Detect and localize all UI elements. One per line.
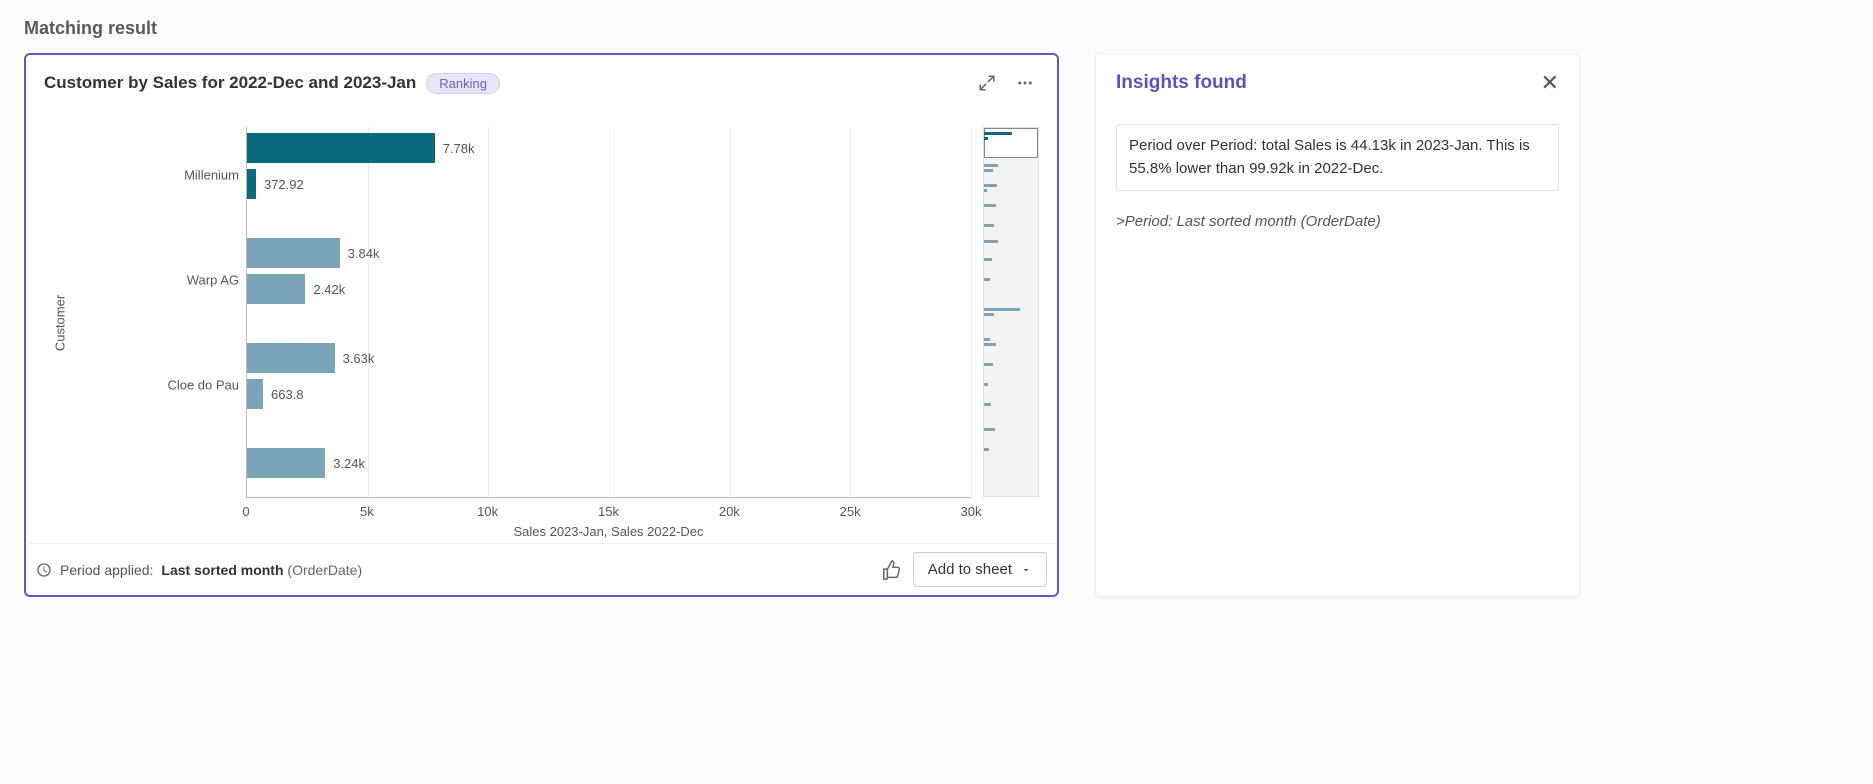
bar[interactable] bbox=[247, 448, 325, 478]
clock-icon bbox=[36, 562, 52, 578]
x-tick-label: 0 bbox=[242, 504, 249, 519]
bar-group: Warp AG3.84k2.42k bbox=[247, 232, 971, 320]
bar-value-label: 3.84k bbox=[348, 246, 380, 261]
bar-group: Millenium7.78k372.92 bbox=[247, 127, 971, 215]
insights-panel: Insights found ✕ Period over Period: tot… bbox=[1095, 53, 1580, 597]
card-header: Customer by Sales for 2022-Dec and 2023-… bbox=[26, 55, 1057, 103]
bar[interactable] bbox=[247, 169, 256, 199]
period-applied: Period applied: Last sorted month (Order… bbox=[36, 562, 362, 578]
feedback-button[interactable] bbox=[881, 559, 903, 581]
category-label: Cloe do Pau bbox=[77, 378, 247, 393]
x-tick-label: 20k bbox=[719, 504, 740, 519]
add-to-sheet-button[interactable]: Add to sheet bbox=[913, 552, 1047, 587]
card-footer: Period applied: Last sorted month (Order… bbox=[26, 543, 1057, 595]
y-axis-title: Customer bbox=[53, 295, 68, 351]
caret-down-icon bbox=[1020, 564, 1032, 576]
x-axis-title: Sales 2023-Jan, Sales 2022-Dec bbox=[246, 524, 971, 539]
insight-period-note: >Period: Last sorted month (OrderDate) bbox=[1116, 213, 1559, 230]
chart-overview-scrollbar[interactable] bbox=[983, 127, 1039, 497]
bar-value-label: 3.24k bbox=[333, 456, 365, 471]
bar-row: 372.92 bbox=[247, 169, 971, 199]
bar-value-label: 372.92 bbox=[264, 177, 304, 192]
x-tick-label: 5k bbox=[360, 504, 374, 519]
more-menu-icon[interactable] bbox=[1011, 69, 1039, 97]
bar-value-label: 2.42k bbox=[313, 282, 345, 297]
result-card: Customer by Sales for 2022-Dec and 2023-… bbox=[24, 53, 1059, 597]
x-axis: Sales 2023-Jan, Sales 2022-Dec 05k10k15k… bbox=[246, 497, 971, 537]
category-label: Millenium bbox=[77, 168, 247, 183]
fullscreen-icon[interactable] bbox=[973, 69, 1001, 97]
bar-row: 2.42k bbox=[247, 274, 971, 304]
x-tick-label: 10k bbox=[477, 504, 498, 519]
insights-title: Insights found bbox=[1116, 72, 1247, 94]
bar-group: Cloe do Pau3.63k663.8 bbox=[247, 337, 971, 425]
bar[interactable] bbox=[247, 343, 335, 373]
bar[interactable] bbox=[247, 379, 263, 409]
bar-row: 663.8 bbox=[247, 379, 971, 409]
bar-row: 3.24k bbox=[247, 448, 971, 478]
bar-row: 3.63k bbox=[247, 343, 971, 373]
bar[interactable] bbox=[247, 238, 340, 268]
period-applied-label: Period applied: bbox=[60, 562, 153, 578]
period-applied-value: Last sorted month bbox=[161, 562, 283, 578]
chart-area: Customer Millenium 7.78k 372.92 Warp AG 3.84… bbox=[26, 103, 1057, 543]
add-to-sheet-label: Add to sheet bbox=[928, 561, 1012, 578]
card-title: Customer by Sales for 2022-Dec and 2023-… bbox=[44, 73, 416, 93]
section-title: Matching result bbox=[24, 18, 1849, 39]
bar-row: 3.84k bbox=[247, 238, 971, 268]
close-icon[interactable]: ✕ bbox=[1541, 72, 1559, 94]
x-tick-label: 25k bbox=[840, 504, 861, 519]
bar-value-label: 3.63k bbox=[343, 351, 375, 366]
plot-area[interactable]: Millenium7.78k372.92Warp AG3.84k2.42kClo… bbox=[246, 127, 971, 497]
x-tick-label: 15k bbox=[598, 504, 619, 519]
category-label: Warp AG bbox=[77, 273, 247, 288]
bar[interactable] bbox=[247, 274, 305, 304]
insight-card[interactable]: Period over Period: total Sales is 44.13… bbox=[1116, 124, 1559, 191]
bar-value-label: 7.78k bbox=[443, 141, 475, 156]
ranking-badge: Ranking bbox=[426, 73, 500, 94]
period-applied-dim: (OrderDate) bbox=[287, 562, 362, 578]
bar-row: 7.78k bbox=[247, 133, 971, 163]
x-tick-label: 30k bbox=[961, 504, 982, 519]
bar-value-label: 663.8 bbox=[271, 387, 304, 402]
bar[interactable] bbox=[247, 133, 435, 163]
